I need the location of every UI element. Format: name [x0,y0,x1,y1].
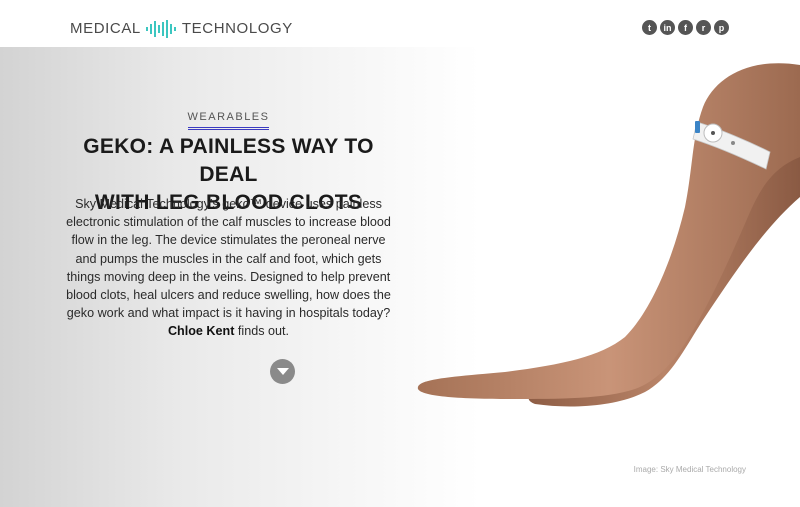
scroll-down-button[interactable] [270,359,295,384]
site-logo[interactable]: MEDICAL TECHNOLOGY [70,19,293,39]
linkedin-icon[interactable]: in [660,20,675,35]
top-bar: MEDICAL TECHNOLOGY t in f r p [0,0,800,47]
dna-bars-icon [145,20,176,38]
social-links: t in f r p [642,20,729,35]
pinterest-icon[interactable]: p [714,20,729,35]
reddit-icon[interactable]: r [696,20,711,35]
standfirst-suffix: finds out. [237,324,290,339]
facebook-icon[interactable]: f [678,20,693,35]
legs-with-geko-device-image [417,63,800,407]
headline-line-1: GEKO: A PAINLESS WAY TO DEAL [83,135,374,186]
twitter-icon[interactable]: t [642,20,657,35]
category-tag-wrap: WEARABLES [55,107,402,130]
image-credit: Image: Sky Medical Technology [633,465,746,474]
category-tag[interactable]: WEARABLES [187,111,270,130]
logo-word-medical: MEDICAL [70,20,141,37]
article-standfirst: Sky Medical Technology’s geko™ device us… [63,195,394,341]
logo-word-technology: TECHNOLOGY [181,20,293,37]
standfirst-text: Sky Medical Technology’s geko™ device us… [66,197,391,321]
author-name: Chloe Kent [167,324,235,339]
hero-section: WEARABLES GEKO: A PAINLESS WAY TO DEAL W… [0,47,800,507]
